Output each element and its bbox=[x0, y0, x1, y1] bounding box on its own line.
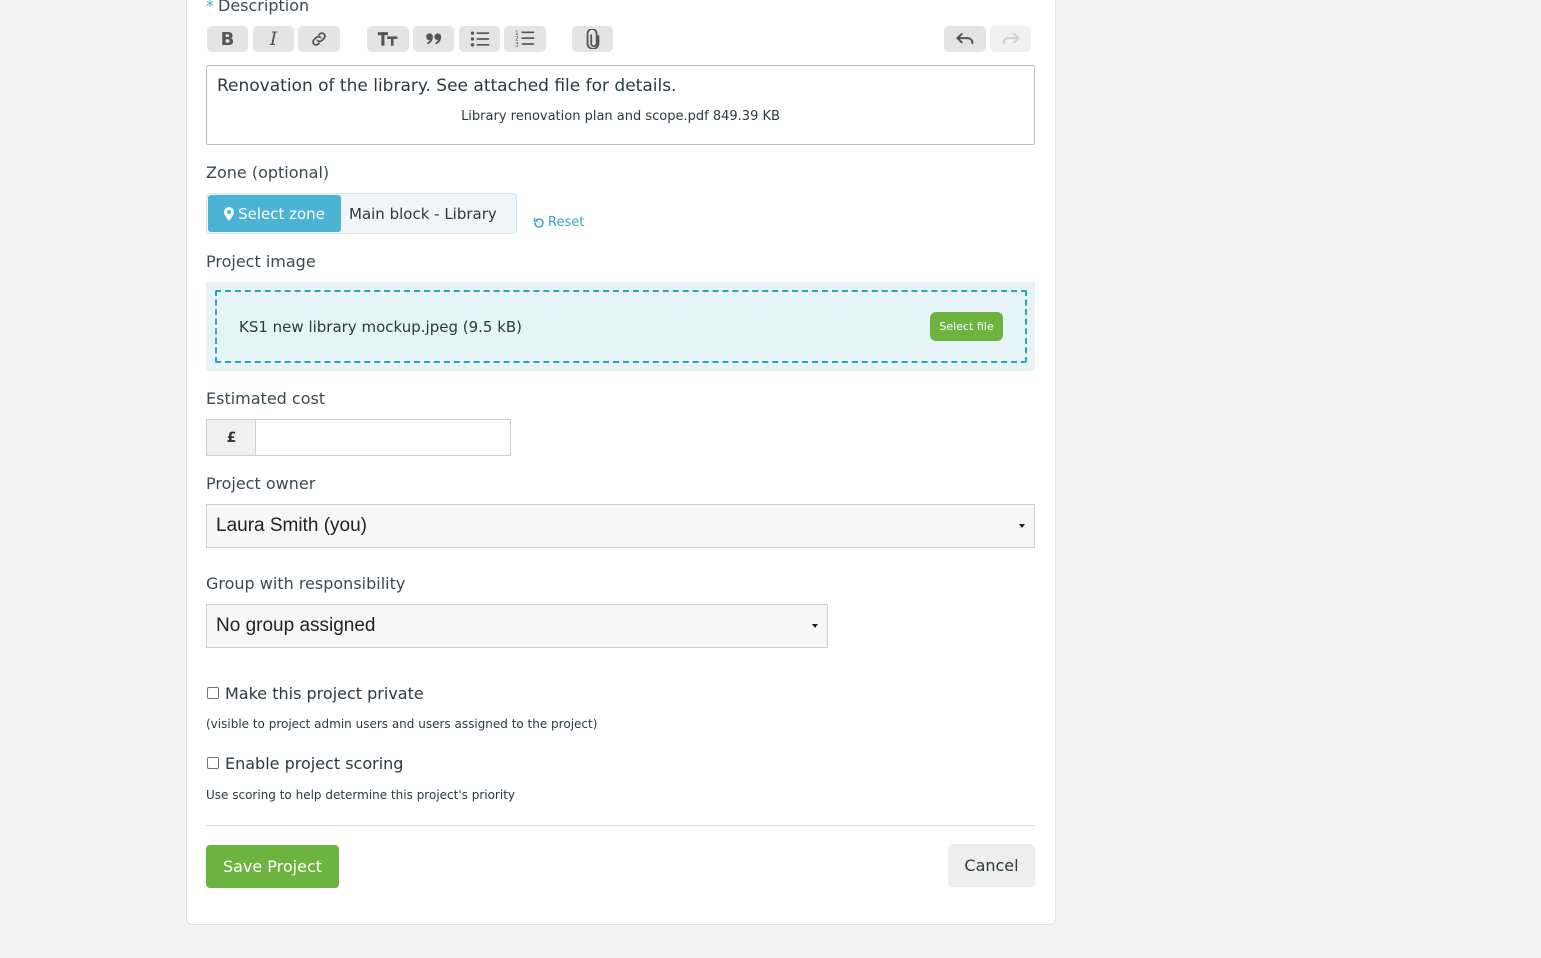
heading-button[interactable] bbox=[367, 26, 409, 52]
image-file-name: KS1 new library mockup.jpeg (9.5 kB) bbox=[239, 318, 523, 336]
heading-icon bbox=[377, 32, 398, 46]
select-zone-button[interactable]: Select zone bbox=[208, 195, 341, 232]
currency-prefix: £ bbox=[206, 419, 256, 456]
quote-icon bbox=[425, 33, 441, 45]
bold-icon: B bbox=[220, 28, 235, 50]
undo-icon bbox=[956, 33, 974, 45]
map-marker-icon bbox=[224, 206, 235, 221]
description-editor[interactable]: Renovation of the library. See attached … bbox=[206, 65, 1035, 145]
private-help-text: (visible to project admin users and user… bbox=[206, 717, 598, 731]
description-text: Renovation of the library. See attached … bbox=[217, 76, 677, 96]
redo-button[interactable] bbox=[990, 26, 1031, 52]
bold-button[interactable]: B bbox=[207, 26, 248, 52]
group-label: Group with responsibility bbox=[206, 574, 406, 593]
link-icon bbox=[312, 32, 326, 46]
numbered-list-button[interactable]: 123 bbox=[504, 26, 546, 52]
quote-button[interactable] bbox=[413, 26, 454, 52]
private-label[interactable]: Make this project private bbox=[225, 684, 424, 703]
attachment-link[interactable]: Library renovation plan and scope.pdf 84… bbox=[207, 109, 1034, 124]
attach-icon bbox=[586, 29, 599, 49]
zone-label: Zone (optional) bbox=[206, 163, 330, 182]
estimated-cost-label: Estimated cost bbox=[206, 389, 326, 408]
bullet-list-icon bbox=[470, 31, 489, 47]
numbered-list-icon: 123 bbox=[515, 31, 535, 49]
zone-value: Main block - Library bbox=[349, 205, 497, 223]
scoring-help-text: Use scoring to help determine this proje… bbox=[206, 788, 516, 802]
save-project-button[interactable]: Save Project bbox=[206, 845, 339, 888]
redo-icon bbox=[1002, 33, 1020, 45]
svg-text:3: 3 bbox=[515, 43, 519, 49]
select-file-button[interactable]: Select file bbox=[930, 312, 1003, 341]
italic-icon: I bbox=[269, 28, 278, 50]
bullet-list-button[interactable] bbox=[459, 26, 500, 52]
reset-icon bbox=[533, 217, 544, 228]
attach-button[interactable] bbox=[572, 26, 613, 52]
italic-button[interactable]: I bbox=[253, 26, 294, 52]
chevron-down-icon bbox=[812, 624, 818, 628]
scoring-checkbox[interactable] bbox=[207, 757, 219, 769]
project-owner-value: Laura Smith (you) bbox=[216, 515, 368, 536]
undo-button[interactable] bbox=[944, 26, 986, 52]
description-label: * Description bbox=[206, 0, 310, 15]
group-select[interactable]: No group assigned bbox=[206, 604, 828, 648]
link-button[interactable] bbox=[298, 26, 340, 52]
private-checkbox[interactable] bbox=[207, 687, 219, 699]
zone-selector: Select zone Main block - Library bbox=[206, 193, 517, 234]
project-owner-label: Project owner bbox=[206, 474, 316, 493]
project-image-label: Project image bbox=[206, 252, 316, 271]
form-divider bbox=[206, 825, 1035, 826]
image-dropzone[interactable]: KS1 new library mockup.jpeg (9.5 kB) Sel… bbox=[215, 290, 1027, 363]
project-owner-select[interactable]: Laura Smith (you) bbox=[206, 504, 1035, 548]
estimated-cost-input[interactable] bbox=[255, 419, 511, 456]
scoring-label[interactable]: Enable project scoring bbox=[225, 754, 403, 773]
cancel-button[interactable]: Cancel bbox=[948, 844, 1035, 887]
chevron-down-icon bbox=[1019, 524, 1025, 528]
group-value: No group assigned bbox=[216, 615, 376, 636]
reset-zone-link[interactable]: Reset bbox=[533, 215, 584, 230]
